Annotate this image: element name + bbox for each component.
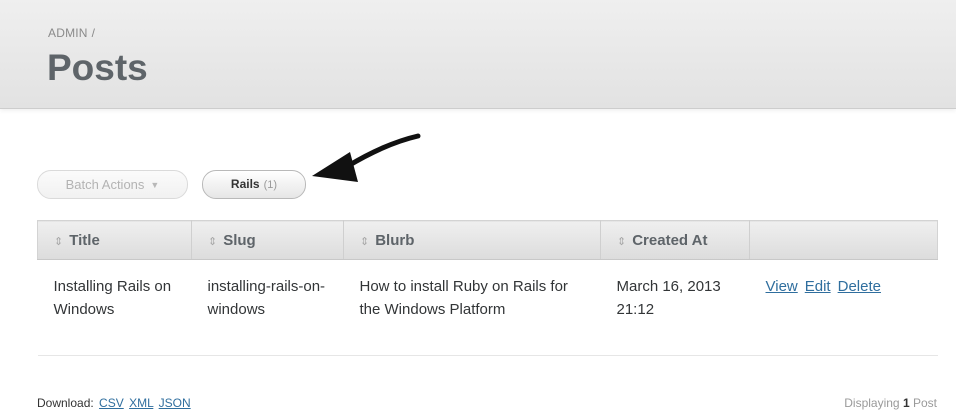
pagination-prefix: Displaying [844,396,900,410]
column-title-label: Title [69,231,100,249]
view-link[interactable]: View [766,278,798,295]
edit-link[interactable]: Edit [805,278,831,295]
delete-link[interactable]: Delete [838,278,881,295]
pagination-count: 1 [902,396,910,410]
pagination-suffix: Post [912,396,937,410]
download-csv-link[interactable]: CSV [99,396,124,410]
arrow-pointer-icon [312,133,421,182]
column-header-created-at[interactable]: ⇕ Created At [600,220,750,260]
chevron-down-icon: ▼ [150,180,160,190]
sort-icon: ⇕ [617,235,627,248]
batch-actions-label: Batch Actions [65,177,145,192]
download-json-link[interactable]: JSON [159,396,191,410]
sort-icon: ⇕ [360,235,370,248]
column-slug-label: Slug [223,231,256,249]
column-header-actions [749,220,938,260]
posts-table: ⇕ Title ⇕ Slug ⇕ Blurb ⇕ Created At Installi… [37,220,938,356]
sort-icon: ⇕ [54,235,64,248]
cell-created-at: March 16, 2013 21:12 [600,259,750,356]
download-links: Download: CSV XML JSON [37,396,191,410]
breadcrumb: ADMIN / [48,26,95,40]
scope-name: Rails [230,177,260,191]
scope-count: (1) [263,179,278,191]
cell-actions: View Edit Delete [749,259,938,356]
breadcrumb-admin[interactable]: ADMIN [48,26,88,40]
title-bar: ADMIN / Posts [0,0,956,109]
cell-title: Installing Rails on Windows [37,259,192,356]
table-header-row: ⇕ Title ⇕ Slug ⇕ Blurb ⇕ Created At [37,220,938,260]
column-blurb-label: Blurb [375,231,415,249]
pagination-info: Displaying 1 Post [844,396,937,410]
download-xml-link[interactable]: XML [129,396,153,410]
download-label: Download: [37,396,94,410]
column-header-slug[interactable]: ⇕ Slug [191,220,344,260]
column-header-blurb[interactable]: ⇕ Blurb [343,220,601,260]
sort-icon: ⇕ [208,235,218,248]
breadcrumb-separator: / [91,26,96,40]
cell-blurb: How to install Ruby on Rails for the Win… [343,259,601,356]
column-header-title[interactable]: ⇕ Title [37,220,192,260]
table-row: Installing Rails on Windows installing-r… [37,259,938,356]
scope-button-rails[interactable]: Rails (1) [202,170,306,199]
cell-slug: installing-rails-on-windows [191,259,344,356]
page-title: Posts [47,47,148,88]
batch-actions-button[interactable]: Batch Actions ▼ [37,170,188,199]
column-created-at-label: Created At [632,231,708,249]
